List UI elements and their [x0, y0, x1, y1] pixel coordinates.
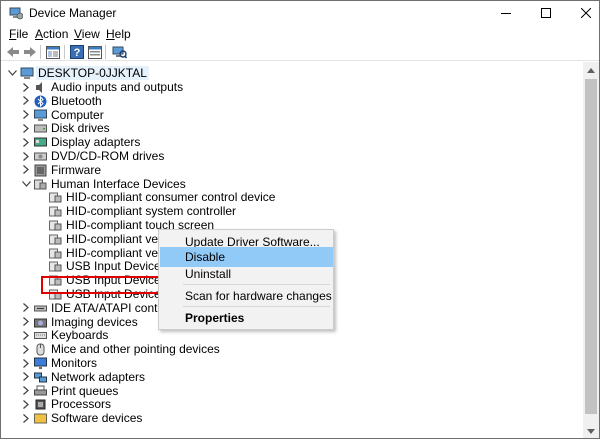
- hid-child-icon: [49, 260, 62, 273]
- tree-item-computer[interactable]: Computer: [51, 108, 104, 122]
- tree-item-mice-and-other-pointing-devices[interactable]: Mice and other pointing devices: [51, 342, 220, 356]
- tree-root-label[interactable]: DESKTOP-0JJKTAL: [36, 66, 149, 80]
- help-icon[interactable]: ?: [69, 44, 85, 60]
- tree-item-hid-child[interactable]: USB Input Device: [66, 259, 161, 273]
- title-bar[interactable]: Device Manager: [1, 1, 599, 25]
- expand-arrow-icon[interactable]: [21, 303, 31, 313]
- menu-help[interactable]: Help: [106, 27, 131, 41]
- expand-arrow-icon[interactable]: [21, 151, 31, 161]
- tree-item-monitors[interactable]: Monitors: [51, 356, 97, 370]
- display-icon: [34, 136, 47, 149]
- tree-item-imaging-devices[interactable]: Imaging devices: [51, 315, 138, 329]
- bluetooth-icon: [34, 95, 47, 108]
- tree-item-software-devices[interactable]: Software devices: [51, 411, 142, 425]
- show-hide-icon[interactable]: [45, 44, 61, 60]
- expand-arrow-icon[interactable]: [21, 344, 31, 354]
- dvd-icon: [34, 150, 47, 163]
- hid-child-icon: [49, 191, 62, 204]
- camera-icon: [34, 316, 47, 329]
- monitor-icon: [34, 357, 47, 370]
- keyboard-icon: [34, 329, 47, 342]
- expand-arrow-icon[interactable]: [21, 372, 31, 382]
- disk-icon: [34, 122, 47, 135]
- properties-icon[interactable]: [87, 44, 103, 60]
- window-title: Device Manager: [29, 6, 117, 20]
- tree-item-display-adapters[interactable]: Display adapters: [51, 135, 140, 149]
- forward-icon[interactable]: [22, 44, 38, 60]
- expand-arrow-icon[interactable]: [21, 330, 31, 340]
- svg-text:?: ?: [74, 47, 81, 59]
- tree-item-human-interface-devices[interactable]: Human Interface Devices: [51, 177, 186, 191]
- expand-arrow-icon[interactable]: [21, 386, 31, 396]
- device-manager-window: Device Manager File Action View Help ? D…: [0, 0, 600, 439]
- expand-arrow-icon[interactable]: [21, 123, 31, 133]
- expand-arrow-icon[interactable]: [21, 317, 31, 327]
- mouse-icon: [34, 343, 47, 356]
- tree-item-hid-child[interactable]: HID-compliant system controller: [66, 204, 236, 218]
- expand-arrow-icon[interactable]: [21, 110, 31, 120]
- menu-item-scan-hardware[interactable]: Scan for hardware changes: [160, 286, 333, 306]
- expand-arrow-icon[interactable]: [21, 165, 31, 175]
- menu-separator: [183, 284, 330, 285]
- vertical-scrollbar[interactable]: [583, 62, 599, 438]
- toolbar-separator: [40, 45, 41, 59]
- firmware-icon: [34, 164, 47, 177]
- software-icon: [34, 412, 47, 425]
- computer-root-icon: [20, 67, 34, 80]
- hid-child-icon: [49, 247, 62, 260]
- tree-item-disk-drives[interactable]: Disk drives: [51, 121, 110, 135]
- network-icon: [34, 371, 47, 384]
- tree-item-bluetooth[interactable]: Bluetooth: [51, 94, 102, 108]
- scrollbar-thumb[interactable]: [585, 79, 597, 414]
- processor-icon: [34, 398, 47, 411]
- scan-icon[interactable]: [111, 44, 127, 60]
- tree-item-hid-child[interactable]: HID-compliant consumer control device: [66, 190, 275, 204]
- tree-item-keyboards[interactable]: Keyboards: [51, 328, 108, 342]
- expand-arrow-icon[interactable]: [21, 358, 31, 368]
- scroll-up-arrow-icon[interactable]: [583, 62, 599, 78]
- computer-icon: [34, 109, 47, 122]
- toolbar-separator: [64, 45, 65, 59]
- expand-arrow-icon[interactable]: [21, 399, 31, 409]
- menu-item-properties[interactable]: Properties: [160, 308, 333, 328]
- expand-arrow-icon[interactable]: [21, 96, 31, 106]
- menu-separator: [183, 306, 330, 307]
- ide-icon: [34, 302, 47, 315]
- expand-arrow-icon[interactable]: [21, 413, 31, 423]
- menu-action[interactable]: Action: [35, 27, 68, 41]
- menu-view[interactable]: View: [74, 27, 100, 41]
- toolbar-separator: [105, 45, 106, 59]
- tree-item-print-queues[interactable]: Print queues: [51, 384, 118, 398]
- collapse-arrow-icon[interactable]: [21, 179, 31, 189]
- toolbar: ?: [1, 43, 599, 61]
- hid-child-icon: [49, 233, 62, 246]
- menu-item-uninstall[interactable]: Uninstall: [160, 264, 333, 284]
- expand-arrow-icon[interactable]: [21, 137, 31, 147]
- tree-item-network-adapters[interactable]: Network adapters: [51, 370, 145, 384]
- menu-bar: File Action View Help: [1, 25, 599, 43]
- tree-item-processors[interactable]: Processors: [51, 397, 111, 411]
- menu-file[interactable]: File: [9, 27, 28, 41]
- tree-item-audio-inputs-and-outputs[interactable]: Audio inputs and outputs: [51, 80, 183, 94]
- speaker-icon: [34, 81, 47, 94]
- hid-icon: [34, 178, 47, 191]
- tree-item-firmware[interactable]: Firmware: [51, 163, 101, 177]
- scroll-down-arrow-icon[interactable]: [583, 423, 599, 438]
- printer-icon: [34, 385, 47, 398]
- tree-item-dvd-cd-rom-drives[interactable]: DVD/CD-ROM drives: [51, 149, 164, 163]
- collapse-arrow-icon[interactable]: [7, 68, 17, 78]
- expand-arrow-icon[interactable]: [21, 82, 31, 92]
- device-manager-icon: [9, 6, 24, 20]
- hid-child-icon: [49, 205, 62, 218]
- context-menu: Update Driver Software... Disable Uninst…: [158, 229, 334, 330]
- close-button[interactable]: [563, 1, 599, 25]
- back-icon[interactable]: [5, 44, 21, 60]
- hid-child-icon: [49, 219, 62, 232]
